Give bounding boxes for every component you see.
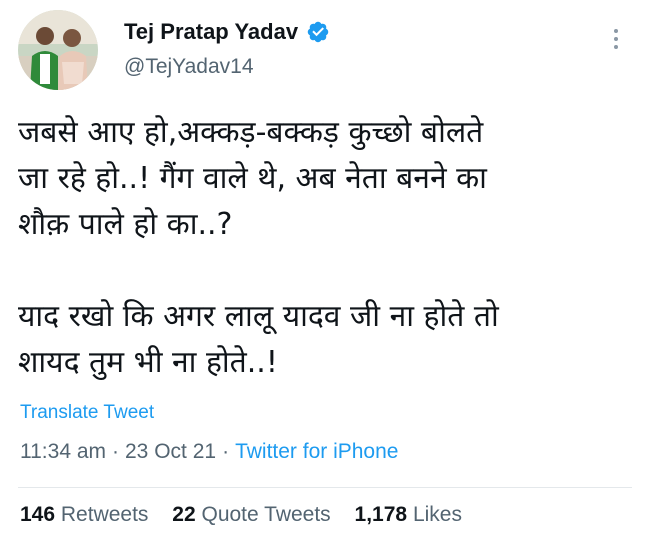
likes-count: 1,178 <box>354 503 408 526</box>
tweet-header: Tej Pratap Yadav @TejYadav14 <box>18 10 630 90</box>
more-options-icon[interactable] <box>606 24 626 54</box>
tweet-meta: 11:34 am · 23 Oct 21 · Twitter for iPhone <box>20 440 398 464</box>
author-name-row: Tej Pratap Yadav <box>124 18 330 46</box>
retweets-count: 146 <box>20 503 56 526</box>
tweet-card: Tej Pratap Yadav @TejYadav14 जबसे आए हो,… <box>0 0 650 540</box>
retweets-label: Retweets <box>60 503 149 526</box>
quote-tweets-stat[interactable]: 22 Quote Tweets <box>172 503 330 526</box>
tweet-stats: 146 Retweets 22 Quote Tweets 1,178 Likes <box>20 503 480 527</box>
tweet-time[interactable]: 11:34 am <box>20 440 106 463</box>
tweet-date[interactable]: 23 Oct 21 <box>125 440 216 463</box>
verified-badge-icon <box>307 21 329 43</box>
meta-separator: · <box>222 440 230 463</box>
author-display-name[interactable]: Tej Pratap Yadav <box>124 18 298 46</box>
likes-label: Likes <box>412 503 462 526</box>
avatar[interactable] <box>18 10 98 90</box>
retweets-stat[interactable]: 146 Retweets <box>20 503 148 526</box>
tweet-source-link[interactable]: Twitter for iPhone <box>235 440 398 463</box>
translate-tweet-link[interactable]: Translate Tweet <box>20 402 154 424</box>
quotes-count: 22 <box>172 503 196 526</box>
author-info: Tej Pratap Yadav @TejYadav14 <box>124 18 330 80</box>
meta-separator: · <box>112 440 119 463</box>
likes-stat[interactable]: 1,178 Likes <box>355 503 462 526</box>
avatar-image <box>18 10 98 90</box>
tweet-text: जबसे आए हो,अक्कड़-बक्कड़ कुच्छो बोलते जा… <box>18 115 499 380</box>
divider <box>18 487 632 488</box>
author-handle[interactable]: @TejYadav14 <box>124 54 330 80</box>
quotes-label: Quote Tweets <box>201 503 331 526</box>
